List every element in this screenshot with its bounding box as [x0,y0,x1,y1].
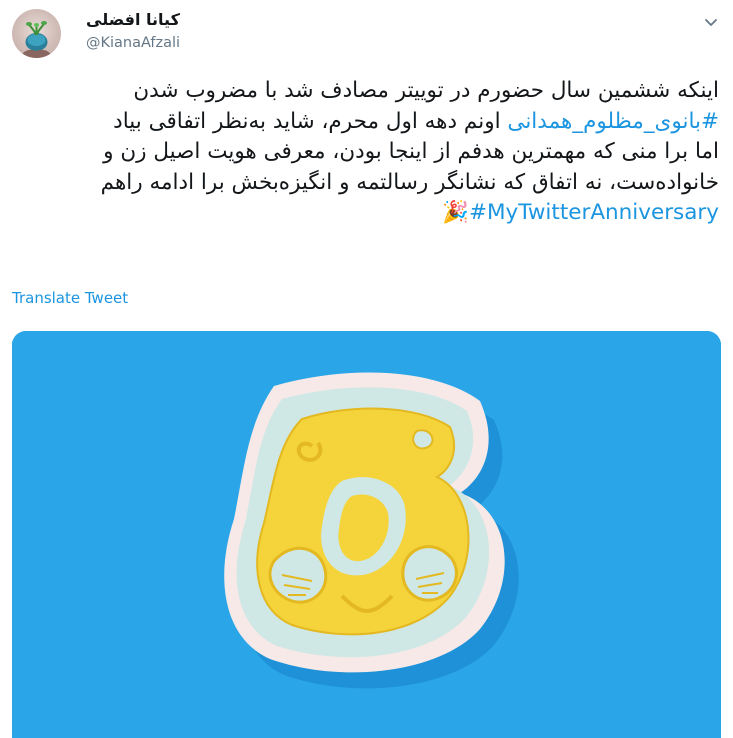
tweet-text: اینکه ششمین سال حضورم در توییتر مصادف شد… [14,76,719,229]
hashtag-link-anniversary[interactable]: #MyTwitterAnniversary [469,200,719,225]
display-name[interactable]: کیانا افضلی [86,10,180,29]
tweet-line-4: خانواده‌ست، نه اتفاق که نشانگر رسالتمه و… [100,169,719,195]
tweet-line-5: #MyTwitterAnniversary🎉 [14,198,719,229]
number-six-papercut [12,331,721,738]
translate-tweet-link[interactable]: Translate Tweet [12,289,128,307]
party-popper-icon: 🎉 [442,200,469,225]
chevron-down-icon[interactable] [701,12,721,32]
avatar-image [20,21,53,58]
tweet-line-1: اینکه ششمین سال حضورم در توییتر مصادف شد… [133,78,719,103]
media-image[interactable] [12,331,721,738]
hashtag-link[interactable]: #بانوی_مظلوم_همدانی [507,109,719,134]
tweet-line-3: اما برا منی که مهمترین هدفم از اینجا بود… [103,139,719,164]
avatar[interactable] [12,9,61,58]
user-handle[interactable]: @KianaAfzali [86,35,180,51]
tweet-card: کیانا افضلی @KianaAfzali اینکه ششمین سال… [0,0,733,738]
tweet-line-2: #بانوی_مظلوم_همدانی اونم دهه اول محرم، ش… [14,107,719,138]
tweet-line-2-text: اونم دهه اول محرم، شاید به‌نظر اتفاقی بی… [113,108,508,134]
